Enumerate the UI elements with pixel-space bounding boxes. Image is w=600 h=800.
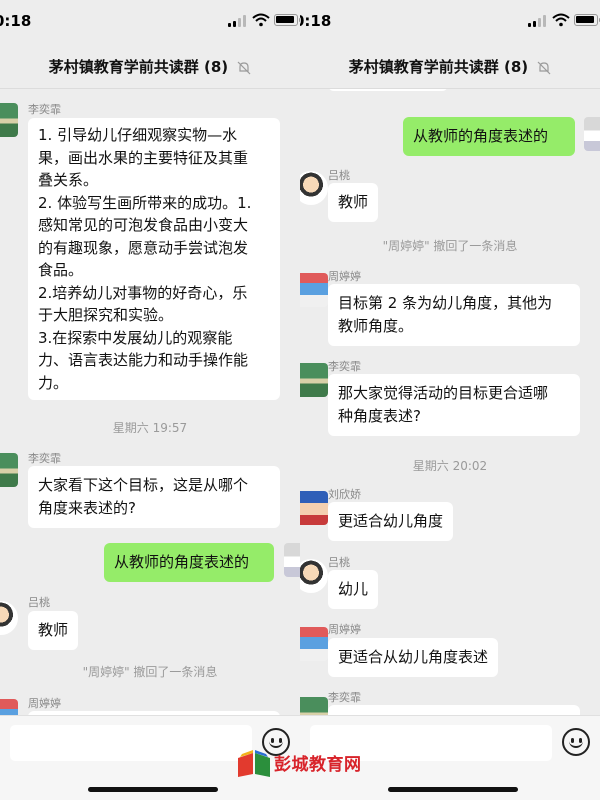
avatar[interactable]	[0, 453, 18, 487]
message-line: 食品。	[38, 261, 84, 279]
avatar[interactable]	[300, 273, 328, 307]
wifi-icon	[552, 13, 570, 27]
chat-header[interactable]: 茅村镇教育学前共读群 (8)	[300, 50, 600, 84]
avatar[interactable]	[300, 697, 328, 715]
message-line: 1. 引导幼儿仔细观察实物—水	[38, 126, 238, 144]
message-line: 力。	[38, 373, 69, 392]
message-line: 2.培养幼儿对事物的好奇心，乐	[38, 283, 248, 302]
message-input[interactable]	[10, 725, 252, 761]
book-logo-icon	[238, 750, 270, 777]
home-indicator	[388, 787, 518, 792]
message-bubble[interactable]: 大家看下这个目标，这是从哪个 角度来表述的?	[28, 466, 280, 528]
message-bubble[interactable]: 更适合从幼儿角度表述	[328, 638, 499, 677]
message-line: 目标第 2 条为幼儿角度，其他为	[338, 294, 553, 312]
avatar[interactable]	[284, 543, 300, 577]
avatar[interactable]	[300, 627, 328, 661]
sender-name: 李奕霏	[328, 691, 361, 704]
message-bubble[interactable]: 教师	[28, 611, 79, 650]
status-time: 0:18	[0, 12, 32, 30]
timestamp: 星期六 19:57	[112, 421, 188, 435]
sender-name: 吕桃	[28, 596, 50, 609]
avatar[interactable]	[300, 491, 328, 525]
avatar[interactable]	[584, 117, 600, 151]
mute-bell-icon	[537, 61, 551, 74]
outgoing-message-bubble[interactable]: 从教师的角度表述的	[104, 543, 274, 582]
message-bubble[interactable]	[328, 705, 580, 715]
message-line: 教师	[338, 193, 369, 211]
left-chat-pane: 0:18 茅村镇教育学前共读群 (8) 李奕霏 1. 引导幼儿仔细观察实物—水 …	[0, 0, 300, 800]
signal-icon	[228, 15, 246, 27]
message-bubble[interactable]: 那大家觉得活动的目标更合适哪 种角度表述?	[328, 374, 580, 436]
signal-icon	[528, 15, 546, 27]
sender-name: 吕桃	[328, 169, 350, 182]
message-list[interactable]: 从教师的角度表述的 吕桃 教师 "周婷婷" 撤回了一条消息 周婷婷 目标第 2 …	[300, 89, 600, 715]
outgoing-message-bubble[interactable]: 从教师的角度表述的	[403, 117, 575, 156]
chat-header[interactable]: 茅村镇教育学前共读群 (8)	[0, 50, 300, 84]
sender-name: 吕桃	[328, 556, 350, 569]
right-chat-pane: 0:18 茅村镇教育学前共读群 (8) 从教师的角度表述的 吕桃 教师 "周婷婷…	[300, 0, 600, 800]
message-bubble[interactable]: 教师	[328, 183, 379, 222]
status-time: 0:18	[300, 12, 332, 30]
message-list[interactable]: 李奕霏 1. 引导幼儿仔细观察实物—水 果，画出水果的主要特征及其重 叠关系。 …	[0, 89, 300, 715]
sender-name: 刘欣娇	[328, 488, 361, 501]
message-line: 教师角度。	[338, 317, 414, 335]
message-line: 更适合幼儿角度	[338, 512, 444, 530]
battery-icon	[574, 14, 600, 26]
home-indicator	[88, 787, 218, 792]
message-bubble[interactable]: 目标第 2 条为幼儿角度，其他为 教师角度。	[328, 284, 580, 346]
message-line: 那大家觉得活动的目标更合适哪	[338, 384, 549, 402]
sender-name: 李奕霏	[328, 360, 361, 373]
status-bar: 0:18	[0, 0, 300, 44]
sender-name: 周婷婷	[328, 270, 361, 283]
message-line: 的有趣现象，愿意动手尝试泡发	[38, 238, 249, 257]
avatar[interactable]	[300, 363, 328, 397]
status-bar: 0:18	[300, 0, 600, 44]
message-line: 3.在探索中发展幼儿的观察能	[38, 328, 233, 347]
message-line: 感知常见的可泡发食品由小变大	[38, 216, 249, 234]
message-line: 从教师的角度表述的	[114, 553, 250, 571]
recall-notice: "周婷婷" 撤回了一条消息	[82, 665, 218, 679]
message-line: 从教师的角度表述的	[413, 127, 549, 145]
message-line: 叠关系。	[38, 171, 99, 189]
sender-name: 李奕霏	[28, 452, 61, 465]
avatar[interactable]	[300, 559, 328, 593]
timestamp: 星期六 20:02	[412, 459, 488, 473]
battery-icon	[274, 14, 300, 26]
watermark-text: 彭城教育网	[274, 755, 362, 775]
message-line: 幼儿	[338, 580, 369, 598]
message-bubble[interactable]: 更适合幼儿角度	[328, 502, 454, 541]
watermark-logo: 彭城教育网	[236, 748, 376, 778]
avatar[interactable]	[0, 699, 18, 715]
chat-title: 茅村镇教育学前共读群 (8)	[348, 58, 529, 76]
message-line: 大家看下这个目标，这是从哪个	[38, 476, 249, 494]
message-bubble[interactable]: 幼儿	[328, 570, 379, 609]
message-line: 力、语言表达能力和动手操作能	[38, 351, 249, 369]
message-line: 角度来表述的?	[38, 499, 136, 517]
avatar[interactable]	[0, 103, 18, 137]
message-line: 教师	[38, 621, 69, 639]
avatar[interactable]	[0, 601, 18, 635]
message-line: 种角度表述?	[338, 407, 421, 425]
avatar[interactable]	[300, 171, 328, 205]
message-bubble[interactable]	[328, 89, 448, 91]
message-line: 于大胆探究和实验。	[38, 306, 174, 324]
sender-name: 周婷婷	[328, 623, 361, 636]
sender-name: 李奕霏	[28, 103, 61, 116]
emoji-icon[interactable]	[562, 728, 590, 756]
message-line: 2. 体验写生画所带来的成功。1.	[38, 193, 252, 212]
wifi-icon	[252, 13, 270, 27]
message-line: 更适合从幼儿角度表述	[338, 648, 489, 666]
message-line: 果，画出水果的主要特征及其重	[38, 148, 249, 167]
mute-bell-icon	[237, 61, 251, 74]
recall-notice: "周婷婷" 撤回了一条消息	[382, 239, 518, 253]
chat-title: 茅村镇教育学前共读群 (8)	[48, 58, 229, 76]
message-bubble[interactable]: 1. 引导幼儿仔细观察实物—水 果，画出水果的主要特征及其重 叠关系。 2. 体…	[28, 118, 280, 400]
sender-name: 周婷婷	[28, 697, 61, 710]
